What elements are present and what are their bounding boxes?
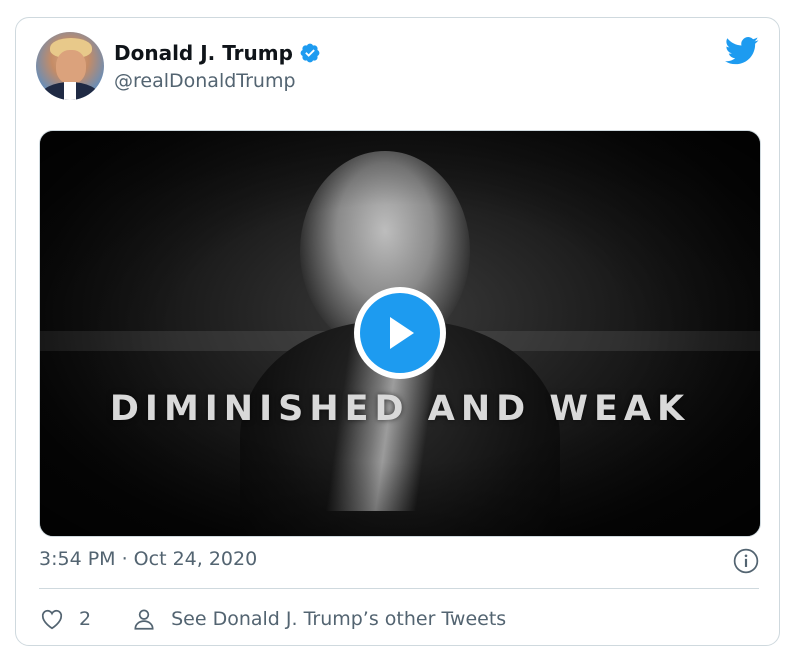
tweet-card[interactable]: Donald J. Trump @realDonaldTrump DIMINIS… — [15, 17, 780, 646]
person-icon — [134, 609, 154, 630]
author-handle[interactable]: @realDonaldTrump — [114, 70, 296, 92]
author-avatar[interactable] — [36, 32, 104, 100]
verified-badge-icon — [300, 43, 320, 63]
tweet-actions: 2 See Donald J. Trump’s other Tweets — [39, 603, 506, 635]
tweet-header: Donald J. Trump @realDonaldTrump — [36, 32, 759, 104]
tweet-timestamp[interactable]: 3:54 PM · Oct 24, 2020 — [39, 548, 257, 570]
like-button[interactable]: 2 — [39, 606, 91, 632]
author-name[interactable]: Donald J. Trump — [114, 41, 293, 65]
play-icon — [390, 317, 414, 349]
see-other-tweets-link[interactable]: See Donald J. Trump’s other Tweets — [131, 606, 506, 632]
author-name-row: Donald J. Trump — [114, 41, 321, 65]
play-button[interactable] — [354, 287, 446, 379]
video-caption: DIMINISHED AND WEAK — [109, 389, 691, 429]
like-count: 2 — [79, 608, 92, 630]
heart-icon — [41, 609, 63, 630]
divider — [39, 588, 759, 589]
see-other-tweets-label: See Donald J. Trump’s other Tweets — [171, 608, 507, 630]
twitter-bird-icon[interactable] — [725, 36, 759, 66]
info-icon[interactable] — [733, 548, 759, 574]
video-player[interactable]: DIMINISHED AND WEAK — [39, 130, 761, 537]
